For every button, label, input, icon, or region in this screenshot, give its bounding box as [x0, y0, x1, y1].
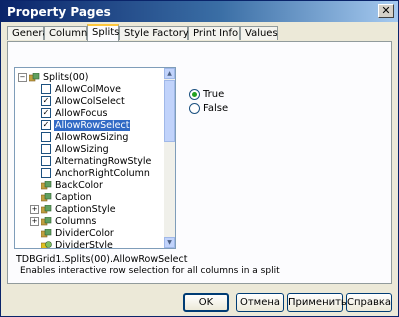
- close-button[interactable]: ✕: [378, 4, 394, 18]
- property-description: Enables interactive row selection for al…: [20, 266, 280, 276]
- property-tree[interactable]: − Splits(00) AllowColMove ✓ AllowColSele…: [14, 67, 176, 249]
- tab-columns[interactable]: Columns: [44, 26, 93, 40]
- tab-style-factory[interactable]: Style Factory: [119, 26, 189, 40]
- tab-panel-splits: − Splits(00) AllowColMove ✓ AllowColSele…: [7, 41, 392, 284]
- checkbox[interactable]: [41, 156, 51, 166]
- tree-item-label: AllowRowSelect: [54, 120, 131, 131]
- checkbox[interactable]: [41, 132, 51, 142]
- apply-button[interactable]: Применить: [287, 293, 347, 312]
- object-icon: [29, 73, 40, 82]
- object-icon: [41, 217, 52, 226]
- tab-print-info[interactable]: Print Info: [188, 26, 240, 40]
- tree-item-label: AllowSizing: [55, 144, 109, 155]
- tree-item-label: Columns: [55, 216, 97, 227]
- tab-general[interactable]: General: [7, 26, 51, 40]
- title-bar[interactable]: Property Pages ✕: [1, 1, 398, 22]
- ok-button[interactable]: OK: [183, 293, 229, 312]
- radio-selected-icon[interactable]: [189, 89, 200, 100]
- checkbox-checked[interactable]: ✓: [41, 96, 51, 106]
- tab-values[interactable]: Values: [240, 26, 278, 40]
- object-icon: [41, 181, 52, 190]
- object-icon: [41, 193, 52, 202]
- tree-item-label: DividerColor: [55, 228, 114, 239]
- tree-item-label: AllowRowSizing: [55, 132, 129, 143]
- object-icon: [41, 205, 52, 214]
- tree-scrollbar[interactable]: ▲ ▼: [164, 68, 175, 248]
- tree-item-label: Caption: [55, 192, 92, 203]
- radio-false-label: False: [203, 103, 229, 114]
- expand-icon[interactable]: +: [30, 205, 39, 214]
- tree-item-label: AlternatingRowStyle: [55, 156, 152, 167]
- tab-splits[interactable]: Splits: [87, 24, 119, 41]
- radio-icon[interactable]: [189, 103, 200, 114]
- help-button[interactable]: Справка: [346, 293, 392, 312]
- window-title: Property Pages: [7, 5, 111, 19]
- scroll-up-icon[interactable]: ▲: [164, 68, 175, 79]
- tree-item-label: AllowColMove: [55, 84, 121, 95]
- tree-item-label: CaptionStyle: [55, 204, 116, 215]
- tree-item-label: DividerStyle: [55, 240, 113, 249]
- property-pages-dialog: Property Pages ✕ General Columns Splits …: [0, 0, 399, 317]
- tree-root-label: Splits(00): [43, 72, 89, 83]
- scroll-thumb[interactable]: [164, 80, 175, 142]
- checkbox[interactable]: [41, 84, 51, 94]
- tree-item-label: AnchorRightColumn: [55, 168, 150, 179]
- tree-item-label: BackColor: [55, 180, 103, 191]
- checkbox[interactable]: [41, 144, 51, 154]
- cancel-button[interactable]: Отмена: [236, 293, 284, 312]
- radio-true-label: True: [203, 89, 225, 100]
- expand-icon[interactable]: +: [30, 217, 39, 226]
- enum-icon: [41, 241, 52, 248]
- tree-item-label: AllowColSelect: [55, 96, 125, 107]
- checkbox-checked[interactable]: ✓: [41, 120, 51, 130]
- checkbox-checked[interactable]: ✓: [41, 108, 51, 118]
- collapse-icon[interactable]: −: [18, 73, 27, 82]
- property-path: TDBGrid1.Splits(00).AllowRowSelect: [16, 254, 188, 265]
- object-icon: [41, 229, 52, 238]
- tree-item-label: AllowFocus: [55, 108, 108, 119]
- checkbox[interactable]: [41, 168, 51, 178]
- scroll-down-icon[interactable]: ▼: [164, 237, 175, 248]
